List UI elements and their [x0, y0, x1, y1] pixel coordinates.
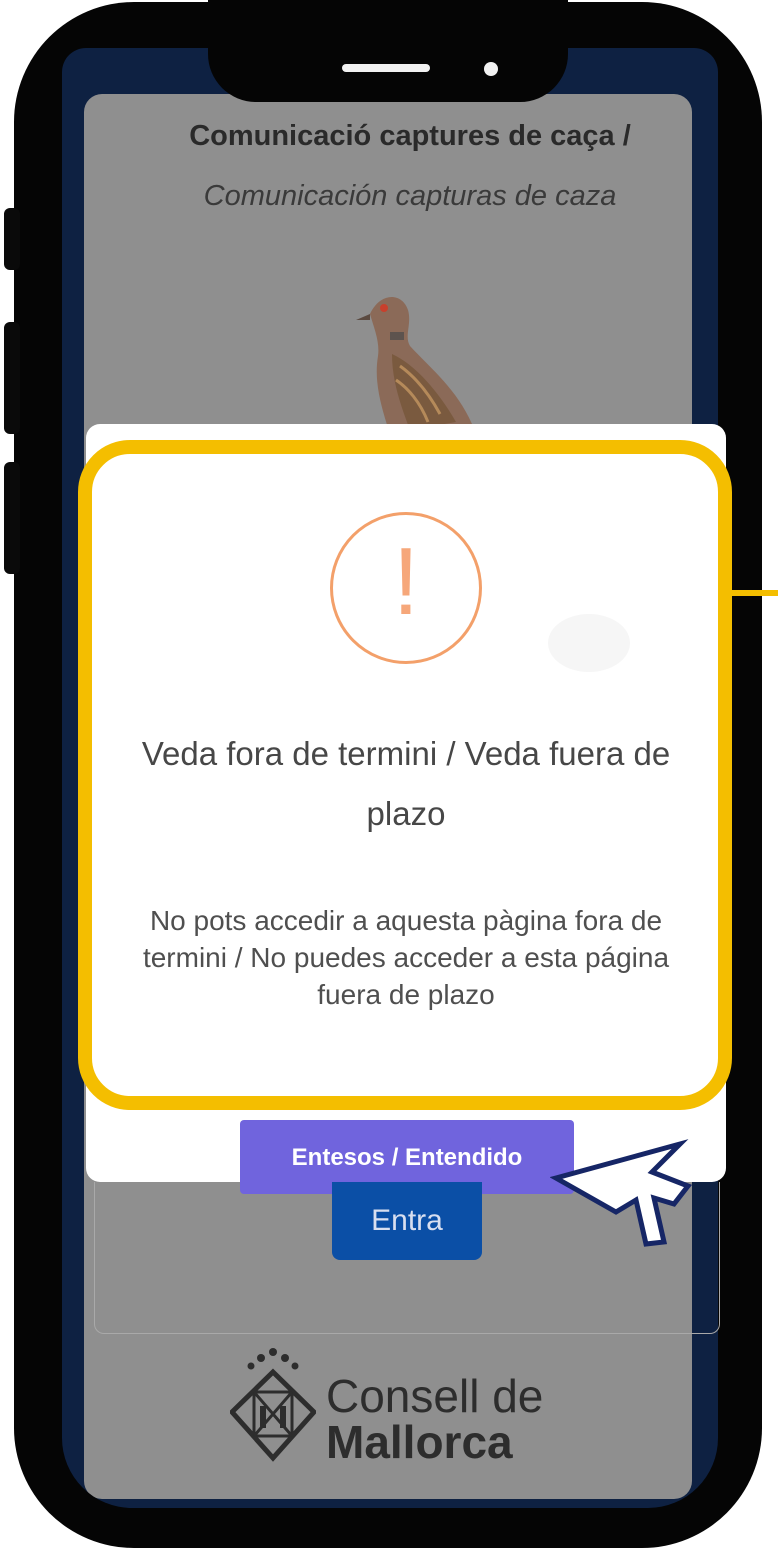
page-title-spanish: Comunicación capturas de caza	[203, 180, 617, 212]
speaker-icon	[342, 64, 430, 72]
page-title-catalan: Comunicació captures de caça /	[189, 120, 631, 152]
dialog-message: No pots accedir a aquesta pàgina fora de…	[142, 905, 670, 1010]
phone-volume-down-button	[4, 462, 20, 574]
pointer-cursor-icon	[550, 1139, 693, 1247]
phone-volume-up-button	[4, 322, 20, 434]
enter-button[interactable]: Entra	[332, 1182, 482, 1260]
warning-icon: !	[330, 512, 482, 664]
logo-text-line1: Consell de	[326, 1370, 544, 1422]
logo-text-line2: Mallorca	[326, 1416, 513, 1468]
dialog-title: Veda fora de termini / Veda fuera de pla…	[141, 735, 671, 832]
phone-notch	[208, 0, 568, 102]
turtle-dove-image	[356, 296, 472, 434]
consell-de-mallorca-logo-icon	[230, 1348, 316, 1462]
warning-exclamation: !	[392, 528, 420, 635]
phone-side-button	[4, 208, 20, 270]
highlight-connector-line	[732, 590, 778, 596]
camera-icon	[484, 62, 498, 76]
decorative-blob	[548, 614, 630, 672]
